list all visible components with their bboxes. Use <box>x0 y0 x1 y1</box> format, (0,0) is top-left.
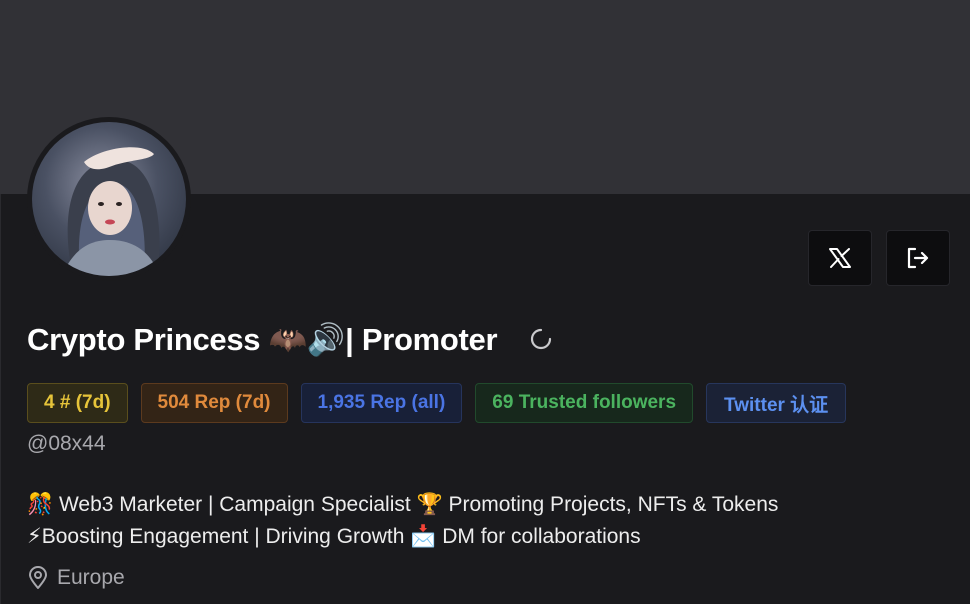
bio-line-2: ⚡Boosting Engagement | Driving Growth 📩 … <box>27 525 641 548</box>
name-row: Crypto Princess 🦇🔊| Promoter <box>27 318 553 360</box>
username-handle: @08x44 <box>27 432 106 455</box>
badge-list: 4 # (7d) 504 Rep (7d) 1,935 Rep (all) 69… <box>27 383 847 423</box>
badge-rep-all: 1,935 Rep (all) <box>300 383 463 423</box>
display-name: Crypto Princess 🦇🔊| Promoter <box>27 321 498 357</box>
x-logo-icon <box>829 248 851 268</box>
badge-twitter-verified: Twitter 认证 <box>706 383 847 423</box>
logout-button[interactable] <box>886 230 950 286</box>
bio-line-1: 🎊 Web3 Marketer | Campaign Specialist 🏆 … <box>27 493 779 516</box>
bio: 🎊 Web3 Marketer | Campaign Specialist 🏆 … <box>27 489 947 553</box>
map-pin-icon <box>29 566 47 589</box>
avatar-photo <box>32 122 186 276</box>
spinner-icon <box>531 328 552 350</box>
x-profile-button[interactable] <box>808 230 872 286</box>
avatar <box>27 117 191 281</box>
badge-trusted-followers: 69 Trusted followers <box>475 383 694 423</box>
badge-rep-7d: 504 Rep (7d) <box>140 383 288 423</box>
logout-icon <box>907 247 929 269</box>
location-label: Europe <box>57 566 125 589</box>
badge-rank-7d: 4 # (7d) <box>27 383 128 423</box>
location: Europe <box>27 566 125 590</box>
